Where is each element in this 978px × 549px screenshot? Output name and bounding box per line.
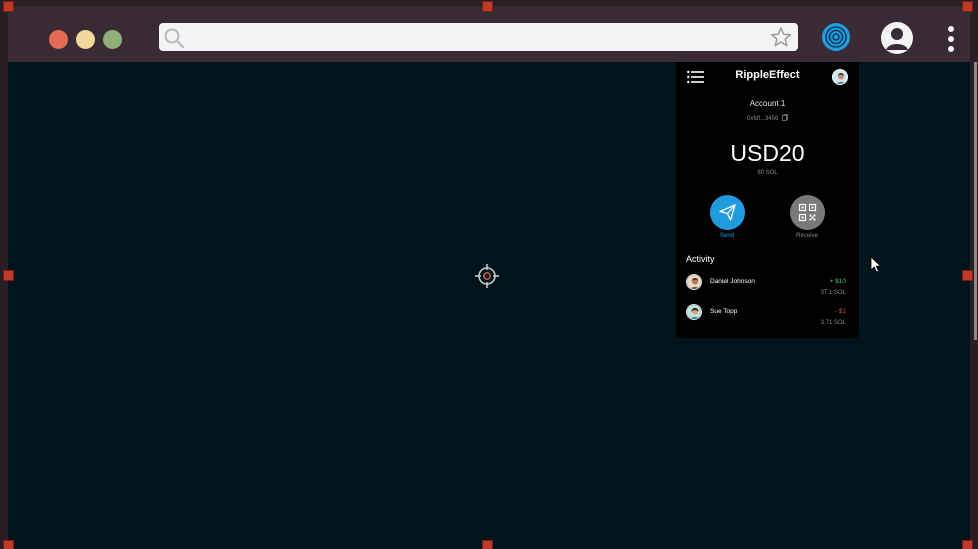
address-bar[interactable] [159,23,798,51]
resize-handle[interactable] [3,1,14,12]
star-icon[interactable] [770,26,792,48]
close-window-button[interactable] [49,30,68,49]
avatar [686,304,702,320]
crosshair-icon[interactable] [474,263,500,289]
qr-code-icon [789,195,825,230]
search-input[interactable] [191,27,751,47]
activity-amount: - $1 [834,308,846,315]
profile-icon[interactable] [881,22,913,54]
wallet-popup: RippleEffect Account 1 0xfdf...3456 USD2… [676,62,859,338]
mouse-cursor-icon [870,256,882,273]
resize-handle[interactable] [962,1,973,12]
avatar [686,274,702,290]
resize-handle[interactable] [482,540,493,549]
send-icon [709,195,745,230]
more-options-icon[interactable] [946,26,956,54]
wallet-avatar[interactable] [832,69,848,85]
resize-handle[interactable] [962,540,973,549]
copy-icon[interactable] [782,114,788,121]
maximize-window-button[interactable] [103,30,122,49]
send-label: Send [719,233,734,239]
account-address[interactable]: 0xfdf...3456 [676,114,859,122]
activity-name: Daniel Johnson [710,278,755,285]
extension-icon[interactable] [821,22,851,52]
activity-sol: 37.1 SOL [820,290,846,296]
receive-button[interactable]: Receive [789,195,825,239]
resize-handle[interactable] [3,540,14,549]
scrollbar[interactable] [974,62,977,340]
activity-item[interactable]: Sue Topp - $1 3.71 SOL [686,304,849,330]
resize-handle[interactable] [962,270,973,281]
minimize-window-button[interactable] [76,30,95,49]
activity-sol: 3.71 SOL [820,320,846,326]
send-button[interactable]: Send [709,195,745,239]
resize-handle[interactable] [482,1,493,12]
resize-handle[interactable] [3,270,14,281]
balance-sol: 80 SOL [757,170,778,176]
activity-item[interactable]: Daniel Johnson + $10 37.1 SOL [686,274,849,300]
search-icon [164,28,185,49]
receive-label: Receive [796,233,818,239]
browser-toolbar [8,6,970,62]
balance-amount: USD20 [730,140,805,166]
account-name: Account 1 [749,99,786,108]
account-address-text: 0xfdf...3456 [746,116,779,122]
activity-heading: Activity [686,254,715,264]
activity-name: Sue Topp [710,308,738,315]
activity-amount: + $10 [829,278,846,285]
